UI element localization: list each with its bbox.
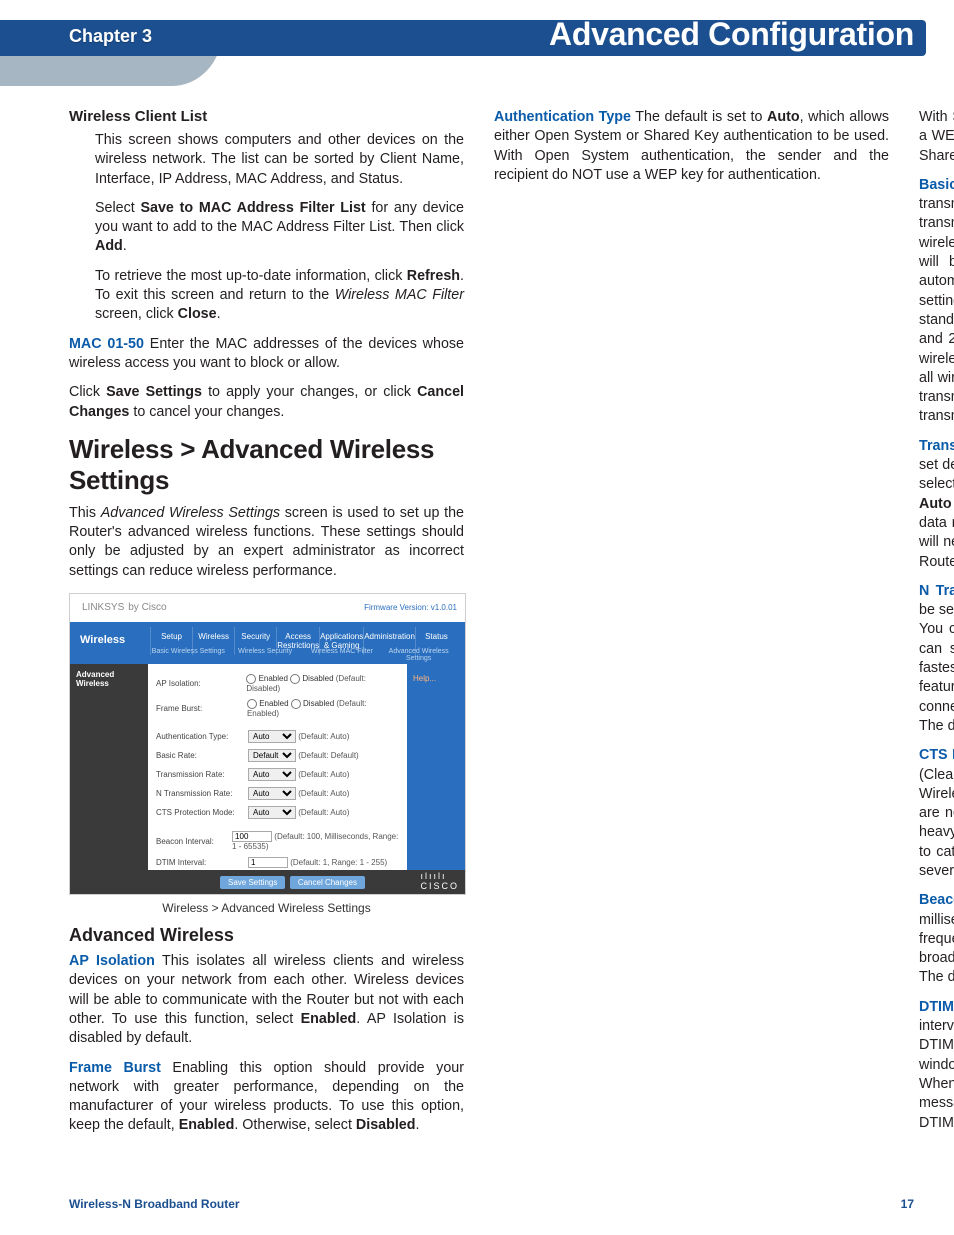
- wcl-paragraph-2: Select Save to MAC Address Filter List f…: [69, 199, 464, 257]
- label-beacon-interval: Beacon Interval: [919, 892, 954, 908]
- cts-protection-paragraph: CTS Protection Mode The Router will auto…: [919, 746, 954, 881]
- help-link[interactable]: Help...: [407, 664, 465, 693]
- figure-advanced-wireless: LINKSYSby Cisco Firmware Version: v1.0.0…: [69, 593, 464, 915]
- label-mac-01-50: MAC 01-50: [69, 336, 144, 352]
- auth-type-paragraph: Authentication Type The default is set t…: [494, 108, 889, 185]
- footer-product: Wireless-N Broadband Router: [69, 1197, 240, 1211]
- cancel-changes-button[interactable]: Cancel Changes: [290, 876, 365, 889]
- chapter-label: Chapter 3: [69, 26, 152, 47]
- subtab-basic[interactable]: Basic Wireless Settings: [150, 646, 227, 664]
- select-cts[interactable]: Auto: [248, 806, 296, 819]
- intro-paragraph: This Advanced Wireless Settings screen i…: [69, 504, 464, 581]
- page-header: Chapter 3 Advanced Configuration: [0, 0, 954, 68]
- input-beacon[interactable]: [232, 831, 272, 842]
- section-label: Advanced Wireless: [70, 664, 148, 688]
- select-n-tx-rate[interactable]: Auto: [248, 787, 296, 800]
- label-ap-isolation: AP Isolation: [69, 953, 155, 969]
- main-tab-label: Wireless: [80, 634, 125, 646]
- label-frame-burst: Frame Burst: [69, 1060, 161, 1076]
- screenshot-router-ui: LINKSYSby Cisco Firmware Version: v1.0.0…: [69, 593, 466, 895]
- label-cts-protection: CTS Protection Mode: [919, 747, 954, 763]
- linksys-logo: LINKSYSby Cisco: [78, 599, 167, 613]
- label-transmission-rate: Transmission Rate: [919, 438, 954, 454]
- subtab-security[interactable]: Wireless Security: [227, 646, 304, 664]
- wcl-paragraph-1: This screen shows computers and other de…: [69, 131, 464, 189]
- label-n-transmission-rate: N Transmission Rate: [919, 583, 954, 599]
- select-tx-rate[interactable]: Auto: [248, 768, 296, 781]
- cisco-logo: ılıılıCISCO: [420, 871, 459, 891]
- figure-caption: Wireless > Advanced Wireless Settings: [69, 901, 464, 915]
- select-basic-rate[interactable]: Default: [248, 749, 296, 762]
- mac-range-paragraph: MAC 01-50 Enter the MAC addresses of the…: [69, 335, 464, 374]
- heading-wireless-client-list: Wireless Client List: [69, 108, 464, 125]
- firmware-label: Firmware Version: v1.0.01: [364, 603, 457, 612]
- basic-rate-paragraph: Basic Rate The Basic Rate setting is not…: [919, 176, 954, 427]
- page-footer: Wireless-N Broadband Router 17: [69, 1197, 914, 1211]
- label-basic-rate: Basic Rate: [919, 177, 954, 193]
- dtim-interval-paragraph: DTIM Interval This value, between 1 and …: [919, 998, 954, 1133]
- shared-key-paragraph: With Shared Key authentication, the send…: [919, 108, 954, 166]
- ap-isolation-paragraph: AP Isolation This isolates all wireless …: [69, 952, 464, 1048]
- select-auth[interactable]: Auto: [248, 730, 296, 743]
- label-dtim-interval: DTIM Interval: [919, 999, 954, 1015]
- frame-burst-paragraph: Frame Burst Enabling this option should …: [69, 1059, 464, 1136]
- heading-advanced-wireless: Advanced Wireless: [69, 925, 464, 946]
- label-auth-type: Authentication Type: [494, 109, 631, 125]
- beacon-interval-paragraph: Beacon Interval Enter a value between 1 …: [919, 891, 954, 987]
- save-cancel-paragraph: Click Save Settings to apply your change…: [69, 383, 464, 422]
- wcl-paragraph-3: To retrieve the most up-to-date informat…: [69, 267, 464, 325]
- sub-tabs: Basic Wireless Settings Wireless Securit…: [150, 646, 457, 664]
- input-dtim[interactable]: [248, 857, 288, 868]
- n-transmission-rate-paragraph: N Transmission Rate The rate of data tra…: [919, 582, 954, 736]
- subtab-mac-filter[interactable]: Wireless MAC Filter: [304, 646, 381, 664]
- page-body: Wireless Client List This screen shows c…: [69, 108, 889, 1175]
- page-title: Advanced Configuration: [549, 16, 914, 53]
- heading-advanced-wireless-settings: Wireless > Advanced Wireless Settings: [69, 434, 464, 496]
- save-settings-button[interactable]: Save Settings: [220, 876, 285, 889]
- config-form: AP Isolation: Enabled Disabled (Default:…: [148, 664, 407, 870]
- subtab-advanced[interactable]: Advanced Wireless Settings: [380, 646, 457, 664]
- footer-page-number: 17: [901, 1197, 914, 1211]
- transmission-rate-paragraph: Transmission Rate The rate of data trans…: [919, 437, 954, 572]
